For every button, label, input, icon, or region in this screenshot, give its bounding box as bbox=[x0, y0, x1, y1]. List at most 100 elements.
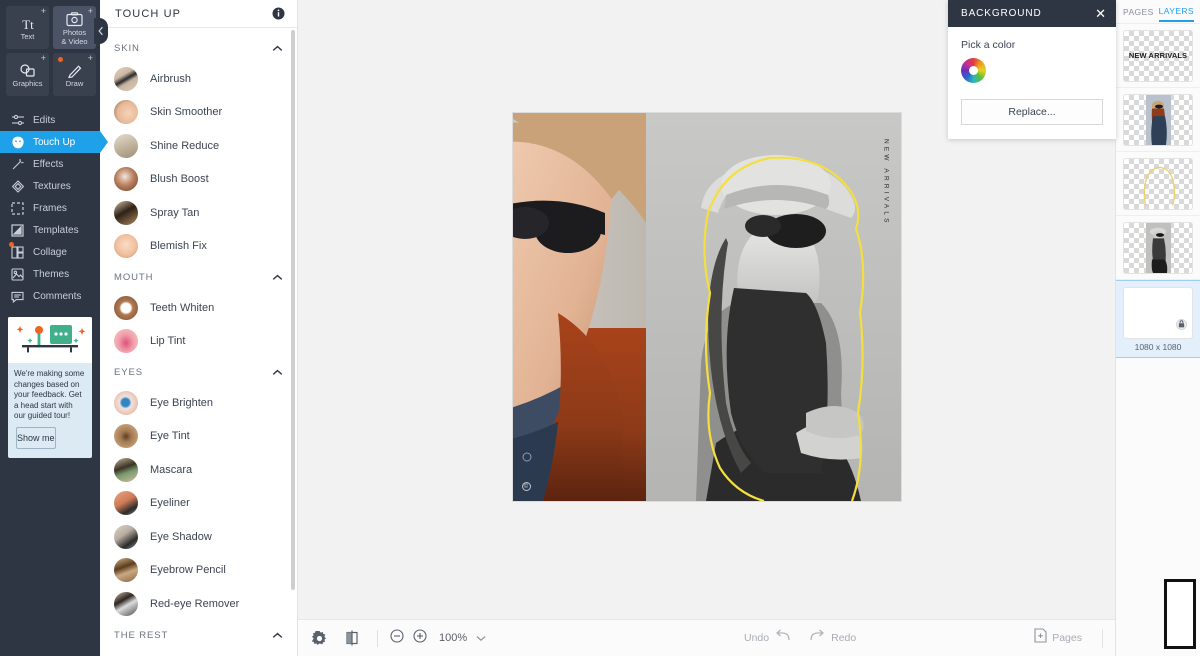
lock-icon[interactable] bbox=[1176, 318, 1187, 330]
sidebar-item-frames[interactable]: Frames bbox=[0, 197, 100, 219]
diamond-icon bbox=[9, 178, 26, 194]
page-thumbnail[interactable] bbox=[1164, 579, 1196, 649]
effect-label: Airbrush bbox=[150, 72, 191, 85]
collapse-panel-button[interactable] bbox=[94, 18, 108, 44]
tab-layers[interactable]: LAYERS bbox=[1158, 1, 1194, 22]
new-indicator-dot bbox=[58, 57, 63, 62]
effect-item-red-eye-remover[interactable]: Red-eye Remover bbox=[100, 587, 297, 621]
sidebar-item-effects[interactable]: Effects bbox=[0, 153, 100, 175]
effect-item-spray-tan[interactable]: Spray Tan bbox=[100, 196, 297, 230]
layer-row[interactable] bbox=[1116, 216, 1200, 280]
layer-row[interactable] bbox=[1116, 152, 1200, 216]
effect-thumbnail bbox=[114, 390, 138, 415]
color-wheel-icon[interactable] bbox=[961, 58, 986, 83]
sidebar-item-themes[interactable]: Themes bbox=[0, 263, 100, 285]
panel-body: SKIN Airbrush Skin Smoother Shine Reduce… bbox=[100, 28, 297, 656]
layers-panel: PAGES LAYERS ✕ NEW ARRIVALS bbox=[1115, 0, 1200, 656]
section-title: SKIN bbox=[114, 43, 140, 54]
template-icon bbox=[9, 222, 26, 238]
sidebar-item-touch-up[interactable]: Touch Up bbox=[0, 131, 108, 153]
layer-thumbnail-background bbox=[1123, 286, 1193, 339]
artboard[interactable]: © NEW ARRIVALS bbox=[512, 113, 901, 501]
chevron-left-icon bbox=[97, 26, 105, 36]
layer-row-background[interactable]: 1080 x 1080 bbox=[1116, 280, 1200, 358]
sidebar-item-edits[interactable]: Edits bbox=[0, 109, 100, 131]
wand-icon bbox=[9, 156, 26, 172]
effect-label: Eyebrow Pencil bbox=[150, 564, 226, 577]
section-header-skin[interactable]: SKIN bbox=[100, 34, 297, 62]
tool-graphics-label: Graphics bbox=[12, 79, 43, 89]
show-me-button[interactable]: Show me bbox=[16, 426, 56, 449]
effect-item-eye-brighten[interactable]: Eye Brighten bbox=[100, 386, 297, 420]
effect-item-blush-boost[interactable]: Blush Boost bbox=[100, 163, 297, 197]
chevron-up-icon bbox=[272, 274, 283, 281]
zoom-out-icon[interactable] bbox=[390, 628, 404, 648]
background-popup-title: BACKGROUND bbox=[961, 8, 1042, 19]
effect-item-eyebrow-pencil[interactable]: Eyebrow Pencil bbox=[100, 554, 297, 588]
effect-item-skin-smoother[interactable]: Skin Smoother bbox=[100, 96, 297, 130]
effect-thumbnail bbox=[114, 133, 138, 158]
background-popup-body: Pick a color Replace... bbox=[948, 27, 1116, 139]
promo-card: We're making some changes based on your … bbox=[8, 317, 92, 458]
effect-thumbnail bbox=[114, 234, 138, 259]
page-title: TOUCH UP bbox=[115, 7, 182, 20]
pages-button[interactable]: Pages bbox=[1034, 628, 1082, 648]
photo-layer-bw[interactable]: NEW ARRIVALS bbox=[645, 113, 901, 501]
effect-label: Eyeliner bbox=[150, 497, 190, 510]
chevron-up-icon bbox=[272, 45, 283, 52]
sliders-icon bbox=[9, 112, 26, 128]
effect-item-lip-tint[interactable]: Lip Tint bbox=[100, 325, 297, 359]
effect-item-mascara[interactable]: Mascara bbox=[100, 453, 297, 487]
tool-draw-button[interactable]: + Draw bbox=[53, 53, 96, 96]
redo-button[interactable]: Redo bbox=[809, 629, 856, 647]
undo-button[interactable]: Undo bbox=[744, 629, 791, 647]
effect-label: Shine Reduce bbox=[150, 139, 220, 152]
artboard-text[interactable]: NEW ARRIVALS bbox=[883, 139, 890, 226]
tab-pages[interactable]: PAGES bbox=[1123, 2, 1154, 21]
effect-item-shine-reduce[interactable]: Shine Reduce bbox=[100, 129, 297, 163]
chevron-up-icon bbox=[272, 369, 283, 376]
sidebar-item-textures[interactable]: Textures bbox=[0, 175, 100, 197]
zoom-in-icon[interactable] bbox=[413, 628, 427, 648]
section-header-eyes[interactable]: EYES bbox=[100, 358, 297, 386]
chevron-up-icon bbox=[272, 632, 283, 639]
layer-row[interactable] bbox=[1116, 88, 1200, 152]
sidebar-item-collage[interactable]: Collage bbox=[0, 241, 100, 263]
effect-item-eyeliner[interactable]: Eyeliner bbox=[100, 487, 297, 521]
tool-text-button[interactable]: + Tt Text bbox=[6, 6, 49, 49]
chevron-down-icon[interactable] bbox=[476, 629, 486, 647]
gear-icon[interactable] bbox=[312, 630, 327, 646]
effect-label: Blemish Fix bbox=[150, 240, 207, 253]
bottom-toolbar-right: Undo Redo Pages bbox=[744, 628, 1103, 648]
section-header-mouth[interactable]: MOUTH bbox=[100, 263, 297, 291]
redo-arrow-icon bbox=[809, 629, 825, 647]
background-popup: BACKGROUND ✕ Pick a color Replace... bbox=[948, 0, 1116, 139]
replace-button[interactable]: Replace... bbox=[961, 99, 1103, 125]
compare-icon[interactable] bbox=[345, 630, 359, 646]
effect-item-airbrush[interactable]: Airbrush bbox=[100, 62, 297, 96]
effect-thumbnail bbox=[114, 200, 138, 225]
tool-photos-video-button[interactable]: + Photos & Video bbox=[53, 6, 96, 49]
effect-item-teeth-whiten[interactable]: Teeth Whiten bbox=[100, 291, 297, 325]
effect-label: Skin Smoother bbox=[150, 106, 223, 119]
layer-dimensions-label: 1080 x 1080 bbox=[1134, 341, 1182, 352]
zoom-level-value: 100% bbox=[439, 632, 468, 644]
effect-item-eye-tint[interactable]: Eye Tint bbox=[100, 420, 297, 454]
effect-label: Mascara bbox=[150, 463, 193, 476]
sidebar-item-comments[interactable]: Comments bbox=[0, 285, 100, 307]
sidebar-item-templates[interactable]: Templates bbox=[0, 219, 100, 241]
sidebar-item-label: Themes bbox=[33, 268, 70, 280]
info-icon[interactable] bbox=[272, 7, 285, 20]
background-popup-header: BACKGROUND ✕ bbox=[948, 0, 1116, 27]
face-icon bbox=[9, 134, 26, 150]
sidebar-item-label: Frames bbox=[33, 202, 67, 214]
effect-item-blemish-fix[interactable]: Blemish Fix bbox=[100, 230, 297, 264]
themes-icon bbox=[9, 266, 26, 282]
photo-layer-color[interactable]: © bbox=[512, 113, 646, 501]
layer-row[interactable]: NEW ARRIVALS bbox=[1116, 24, 1200, 88]
close-icon[interactable]: ✕ bbox=[1095, 7, 1106, 20]
tool-graphics-button[interactable]: + Graphics bbox=[6, 53, 49, 96]
section-header-the-rest[interactable]: THE REST bbox=[100, 621, 297, 649]
panel-scrollbar[interactable] bbox=[291, 30, 295, 590]
effect-item-eye-shadow[interactable]: Eye Shadow bbox=[100, 520, 297, 554]
